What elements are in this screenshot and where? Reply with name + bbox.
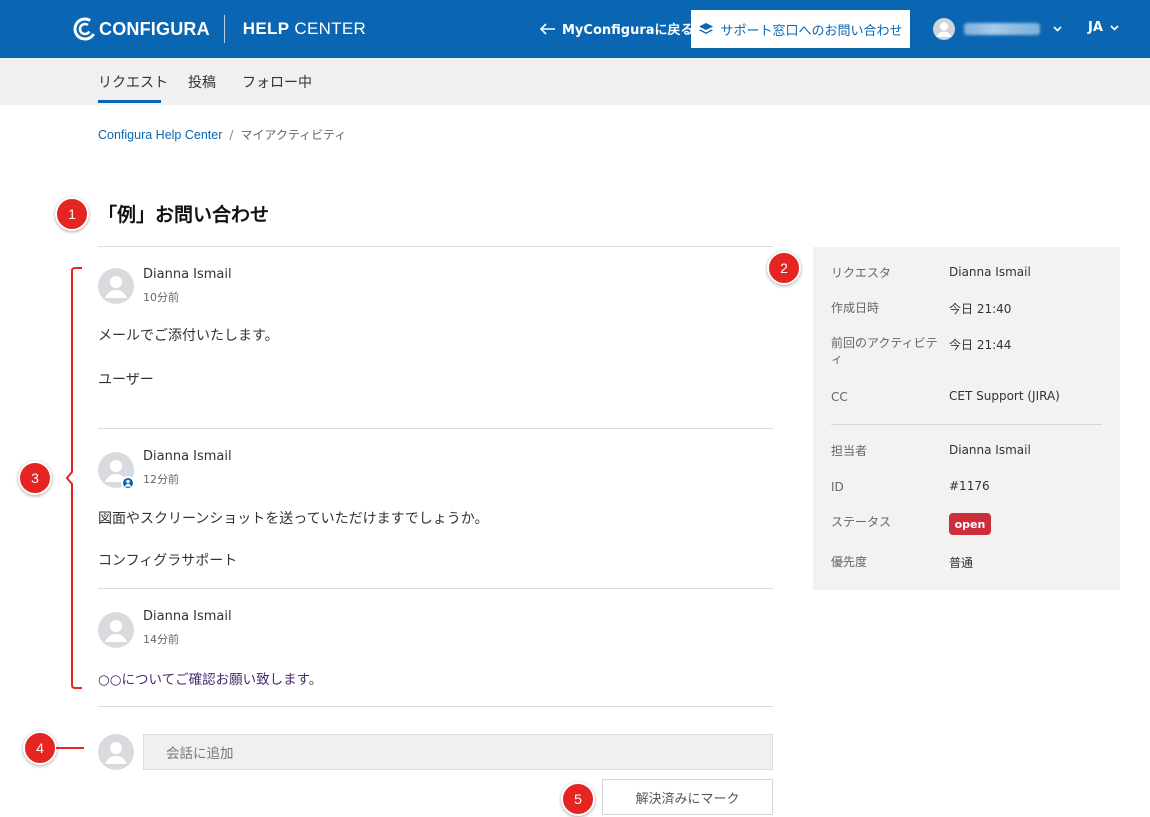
contact-support-button[interactable]: サポート窓口へのお問い合わせ — [691, 10, 910, 48]
mark-as-solved-button[interactable]: 解決済みにマーク — [602, 779, 773, 815]
user-avatar-icon — [105, 620, 127, 642]
comment-body-line[interactable]: ○○についてご確認お願い致します。 — [98, 668, 322, 688]
title-divider — [98, 246, 773, 247]
active-tab-indicator — [98, 100, 161, 103]
logo-divider — [223, 15, 225, 43]
logo-text: CONFIGURA — [99, 18, 210, 39]
help-center-title-rest: CENTER — [289, 19, 367, 38]
user-avatar-icon — [105, 276, 127, 298]
detail-label-created: 作成日時 — [831, 301, 880, 315]
meta-label-priority: 優先度 — [831, 555, 868, 569]
sidebar-divider — [831, 424, 1102, 425]
comment-time: 10分前 — [143, 291, 179, 304]
tab-posts[interactable]: 投稿 — [188, 72, 216, 92]
comment-body-line: コンフィグラサポート — [98, 553, 238, 569]
comment-author[interactable]: Dianna Ismail — [143, 609, 232, 624]
detail-label-requester: リクエスタ — [831, 266, 892, 280]
configura-logo-icon — [73, 17, 97, 41]
breadcrumb-current[interactable]: マイアクティビティ — [240, 126, 346, 143]
comments-bracket-annotation — [65, 267, 82, 689]
comment-avatar — [98, 612, 134, 648]
detail-label-cc: CC — [831, 390, 848, 404]
annotation-pointer-line — [56, 747, 84, 749]
back-to-myconfigura-link[interactable]: MyConfiguraに戻る — [540, 19, 694, 38]
help-center-title-bold: HELP — [242, 19, 290, 38]
meta-value-assignee: Dianna Ismail — [949, 443, 1031, 457]
activity-subnav: リクエスト 投稿 フォロー中 — [0, 58, 1150, 105]
comment-author[interactable]: Dianna Ismail — [143, 267, 232, 282]
layers-icon — [699, 23, 714, 34]
comment-body-line: ユーザー — [98, 372, 154, 388]
agent-person-icon — [124, 479, 132, 487]
user-menu[interactable] — [933, 18, 1040, 40]
chevron-down-icon[interactable] — [1053, 26, 1062, 32]
comment-avatar — [98, 268, 134, 304]
help-center-request-page: CONFIGURA HELP CENTER MyConfiguraに戻る サポー… — [0, 0, 1150, 817]
request-title: 「例」お問い合わせ — [98, 204, 270, 226]
meta-value-id: #1176 — [949, 479, 990, 493]
comment-body-line: 図面やスクリーンショットを送っていただけますでしょうか。 — [98, 511, 489, 527]
user-name-redacted — [964, 23, 1040, 35]
mark-as-solved-label: 解決済みにマーク — [635, 791, 740, 807]
comment-author[interactable]: Dianna Ismail — [143, 449, 232, 464]
language-label: JA — [1088, 20, 1103, 35]
detail-value-created: 今日 21:40 — [949, 302, 1012, 316]
annotation-marker-2: 2 — [767, 251, 801, 285]
help-center-title: HELP CENTER — [243, 19, 366, 39]
back-link-label: MyConfiguraに戻る — [562, 23, 694, 38]
chevron-down-icon — [1110, 24, 1119, 31]
user-avatar-icon — [936, 22, 952, 37]
meta-label-assignee: 担当者 — [831, 444, 868, 458]
annotation-marker-5: 5 — [561, 782, 595, 816]
detail-label-last-activity: 前回のアクティビテ ィ — [831, 336, 938, 366]
annotation-marker-3: 3 — [18, 461, 52, 495]
comment-time: 12分前 — [143, 473, 179, 486]
arrow-left-icon — [540, 22, 555, 35]
tab-requests[interactable]: リクエスト — [98, 72, 168, 92]
comment-body-line: メールでご添付いたします。 — [98, 328, 279, 344]
configura-logo[interactable]: CONFIGURA HELP CENTER — [73, 15, 366, 43]
language-selector[interactable]: JA — [1088, 20, 1119, 35]
meta-value-priority: 普通 — [949, 556, 974, 570]
user-avatar-icon — [105, 742, 127, 764]
reply-placeholder: 会話に追加 — [166, 746, 234, 762]
detail-value-last-activity: 今日 21:44 — [949, 338, 1012, 352]
add-to-conversation-input[interactable]: 会話に追加 — [143, 734, 773, 770]
top-header-bar: CONFIGURA HELP CENTER MyConfiguraに戻る サポー… — [0, 0, 1150, 58]
annotation-marker-4: 4 — [23, 731, 57, 765]
contact-support-label: サポート窓口へのお問い合わせ — [720, 23, 903, 39]
reply-avatar — [98, 734, 134, 770]
status-badge: open — [949, 513, 991, 535]
detail-value-cc: CET Support (JIRA) — [949, 389, 1060, 403]
detail-value-requester: Dianna Ismail — [949, 265, 1031, 279]
comment-divider — [98, 588, 773, 589]
request-details-sidebar: リクエスタ Dianna Ismail 作成日時 今日 21:40 前回のアクテ… — [813, 247, 1120, 590]
breadcrumb: Configura Help Center / マイアクティビティ — [98, 126, 346, 143]
comments-end-divider — [98, 706, 773, 707]
agent-badge-icon — [121, 476, 135, 490]
breadcrumb-home-link[interactable]: Configura Help Center — [98, 128, 222, 142]
user-avatar — [933, 18, 955, 40]
breadcrumb-separator: / — [229, 127, 234, 142]
tab-following[interactable]: フォロー中 — [242, 72, 312, 92]
meta-label-status: ステータス — [831, 515, 892, 529]
comment-divider — [98, 428, 773, 429]
comment-time: 14分前 — [143, 633, 179, 646]
meta-label-id: ID — [831, 480, 844, 494]
annotation-marker-1: 1 — [55, 197, 89, 231]
